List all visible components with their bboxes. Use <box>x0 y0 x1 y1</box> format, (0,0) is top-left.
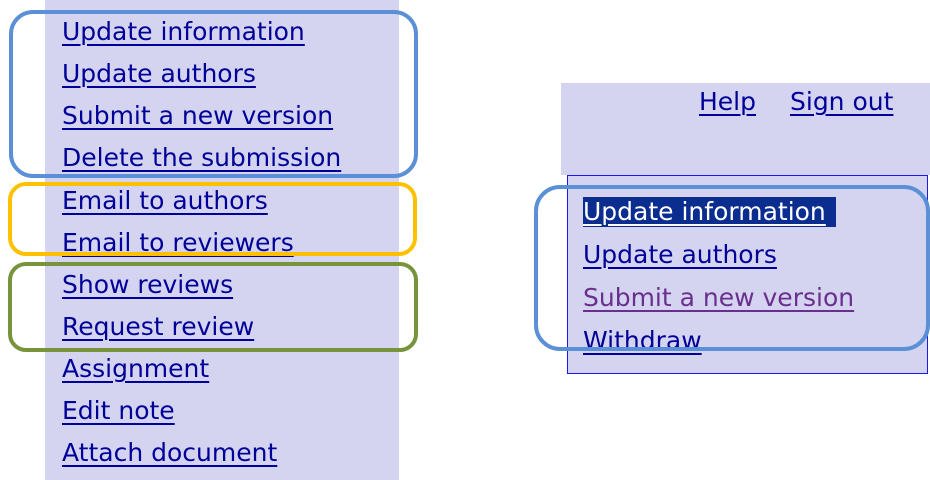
menu-link-edit-note[interactable]: Edit note <box>62 396 175 426</box>
menu-link-update-authors[interactable]: Update authors <box>62 59 256 89</box>
menu-link-submit-new-version[interactable]: Submit a new version <box>583 283 854 313</box>
menu-link-email-reviewers[interactable]: Email to reviewers <box>62 228 294 258</box>
menu-link-attach-document[interactable]: Attach document <box>62 438 277 468</box>
menu-link-request-review[interactable]: Request review <box>62 312 254 342</box>
menu-link-delete-submission[interactable]: Delete the submission <box>62 143 341 173</box>
right-action-menu: Update information Update authors Submit… <box>567 175 928 374</box>
menu-link-show-reviews[interactable]: Show reviews <box>62 270 233 300</box>
menu-link-email-authors[interactable]: Email to authors <box>62 186 268 216</box>
left-action-menu: Update information Update authors Submit… <box>45 0 399 480</box>
menu-link-update-information[interactable]: Update information <box>62 17 305 47</box>
menu-link-submit-new-version[interactable]: Submit a new version <box>62 101 333 131</box>
menu-link-update-information[interactable]: Update information <box>583 197 836 227</box>
sign-out-link[interactable]: Sign out <box>790 87 893 117</box>
help-link[interactable]: Help <box>699 87 756 117</box>
right-header-bar: Help Sign out <box>561 83 930 175</box>
menu-link-assignment[interactable]: Assignment <box>62 354 209 384</box>
menu-link-update-authors[interactable]: Update authors <box>583 240 777 270</box>
menu-link-withdraw[interactable]: Withdraw <box>583 326 702 356</box>
comparison-screenshot: Update information Update authors Submit… <box>0 0 930 480</box>
